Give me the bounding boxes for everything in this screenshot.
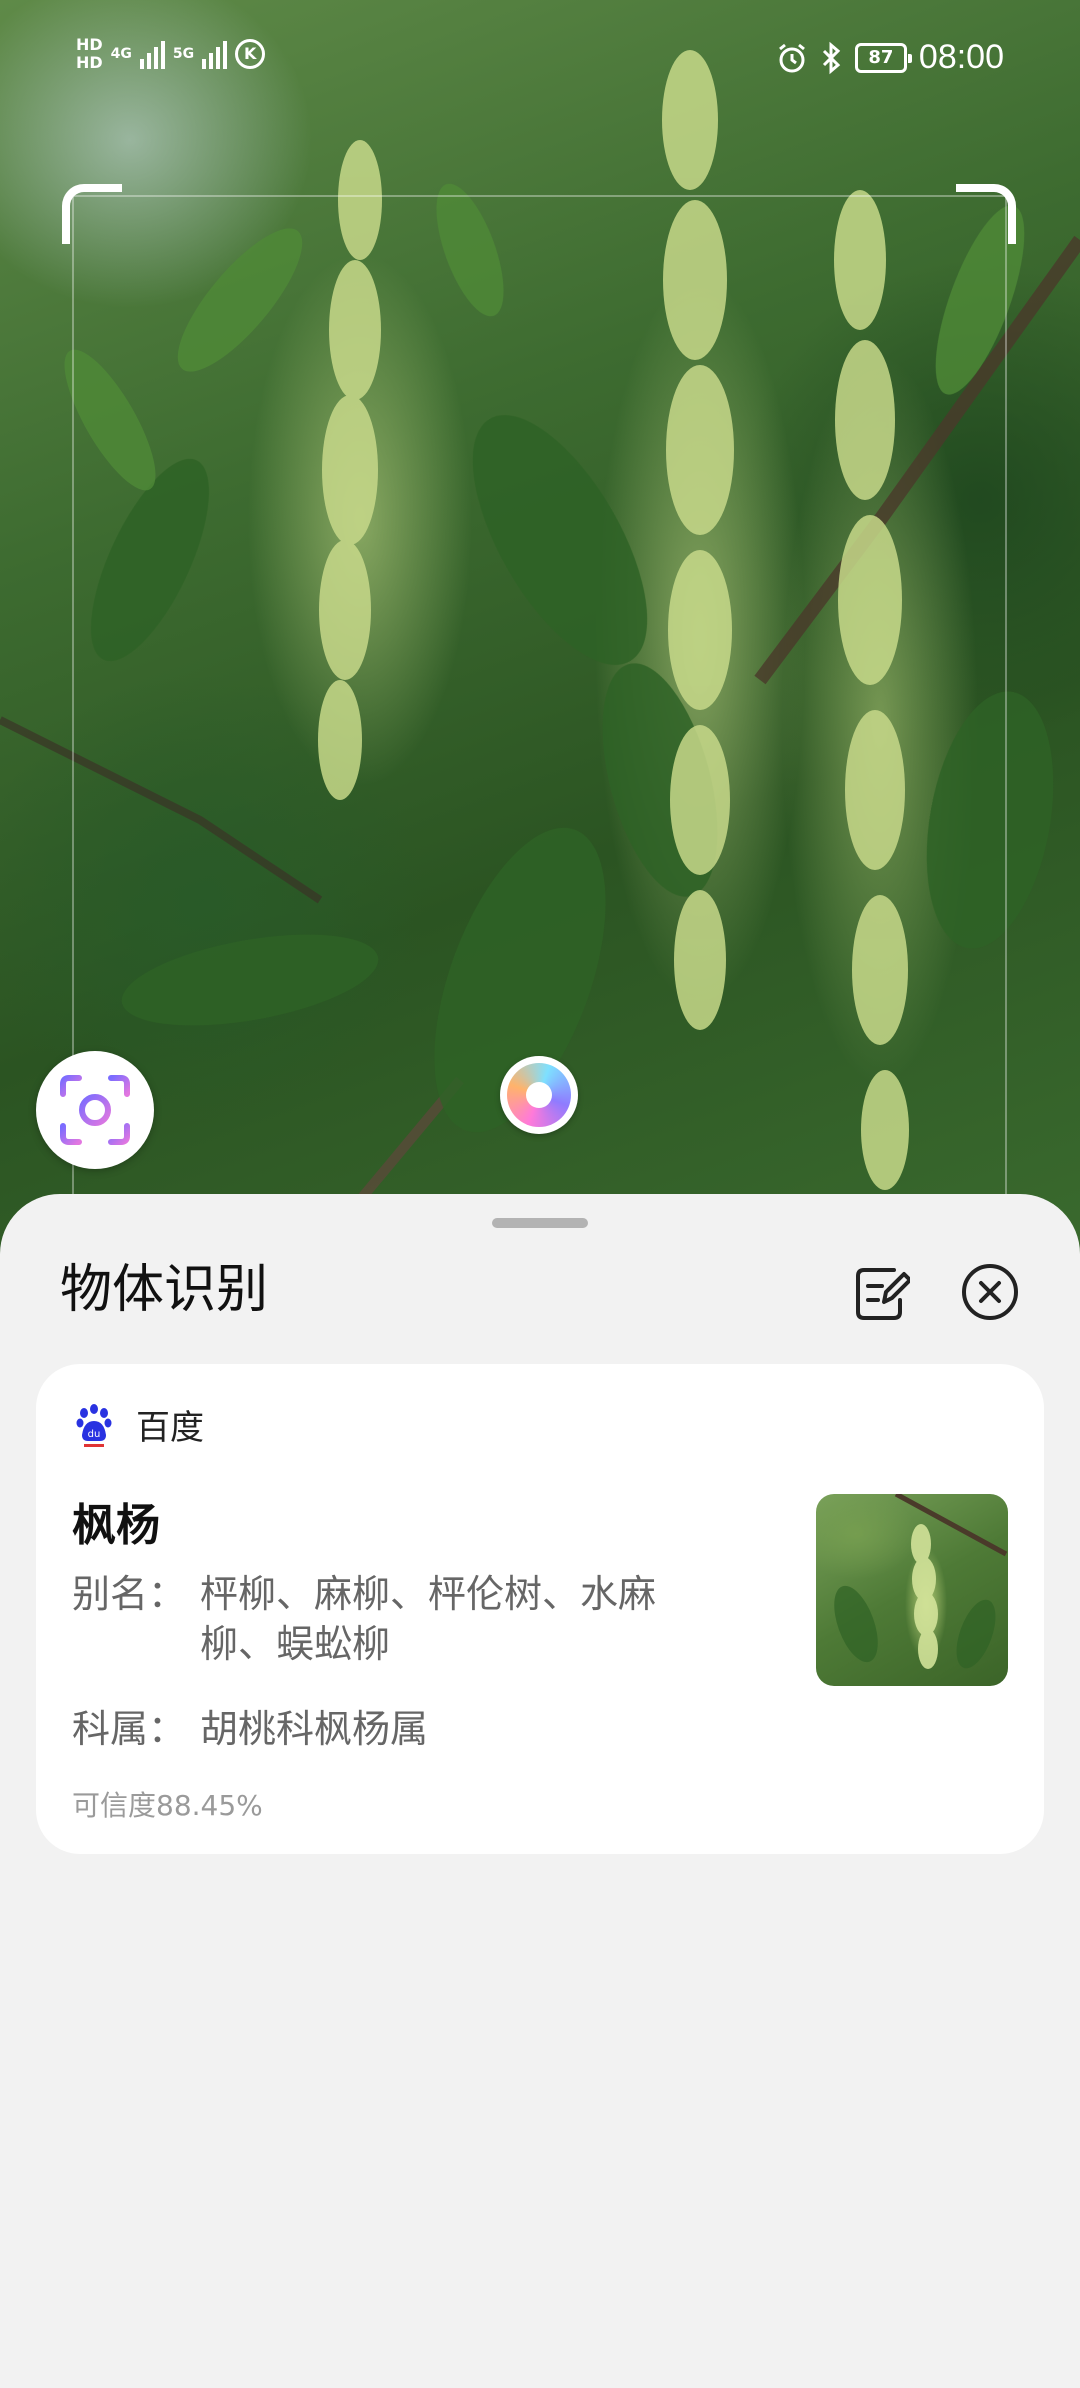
clock: 08:00 — [918, 38, 1004, 76]
alias-value: 枰柳、麻柳、枰伦树、水麻柳、蜈蚣柳 — [200, 1572, 657, 1666]
signal-bars-2-icon — [202, 39, 228, 69]
hd-label-1: HD — [76, 35, 103, 54]
sheet-drag-handle[interactable] — [492, 1218, 588, 1228]
k-app-icon: K — [235, 39, 266, 69]
thumbnail-image — [834, 1494, 1008, 1669]
scan-button[interactable] — [36, 1051, 154, 1169]
hd-label-2: HD — [76, 53, 103, 72]
viewfinder-corner-top-right — [956, 184, 1016, 244]
status-left: HD HD 4G 5G K — [76, 36, 266, 72]
svg-text:du: du — [88, 1429, 101, 1440]
viewfinder-corner-top-left — [62, 184, 122, 244]
source-row: du 百度 — [76, 1400, 204, 1449]
status-right: 87 08:00 — [775, 38, 1004, 77]
edit-note-icon — [856, 1268, 910, 1320]
alias-label: 别名： — [72, 1572, 187, 1616]
network-indicators: HD HD — [76, 36, 103, 72]
scan-camera-icon — [60, 1075, 130, 1145]
family-value: 胡桃科枫杨属 — [200, 1707, 429, 1751]
result-thumbnail[interactable] — [816, 1494, 1008, 1686]
signal-bars-1-icon — [139, 39, 165, 69]
result-name: 枫杨 — [72, 1500, 160, 1551]
network-gen-2: 5G — [172, 46, 195, 62]
recognition-sheet: 物体识别 du 百度 枫杨 别名： 枰柳、麻柳、枰伦树、水麻柳、蜈蚣柳 科属： … — [0, 1194, 1080, 2388]
close-circle-icon — [962, 1264, 1018, 1320]
sheet-title: 物体识别 — [60, 1260, 269, 1320]
assistant-orb-button[interactable] — [500, 1056, 578, 1134]
assistant-orb-icon — [507, 1063, 571, 1127]
source-name: 百度 — [136, 1408, 204, 1448]
battery-icon: 87 — [854, 42, 912, 73]
baidu-paw-icon: du — [76, 1403, 112, 1447]
family-label: 科属： — [72, 1707, 187, 1751]
status-bar: HD HD 4G 5G K 87 08:00 — [0, 30, 1080, 100]
bluetooth-icon — [822, 41, 841, 74]
alias-row: 别名： 枰柳、麻柳、枰伦树、水麻柳、蜈蚣柳 — [72, 1569, 720, 1669]
network-gen-1: 4G — [110, 46, 132, 62]
alarm-icon — [778, 43, 805, 72]
close-button[interactable] — [958, 1260, 1022, 1324]
family-row: 科属： 胡桃科枫杨属 — [72, 1704, 720, 1754]
result-card[interactable]: du 百度 枫杨 别名： 枰柳、麻柳、枰伦树、水麻柳、蜈蚣柳 科属： 胡桃科枫杨… — [36, 1364, 1044, 1854]
edit-button[interactable] — [850, 1260, 914, 1324]
confidence-score: 可信度88.45% — [72, 1789, 263, 1822]
